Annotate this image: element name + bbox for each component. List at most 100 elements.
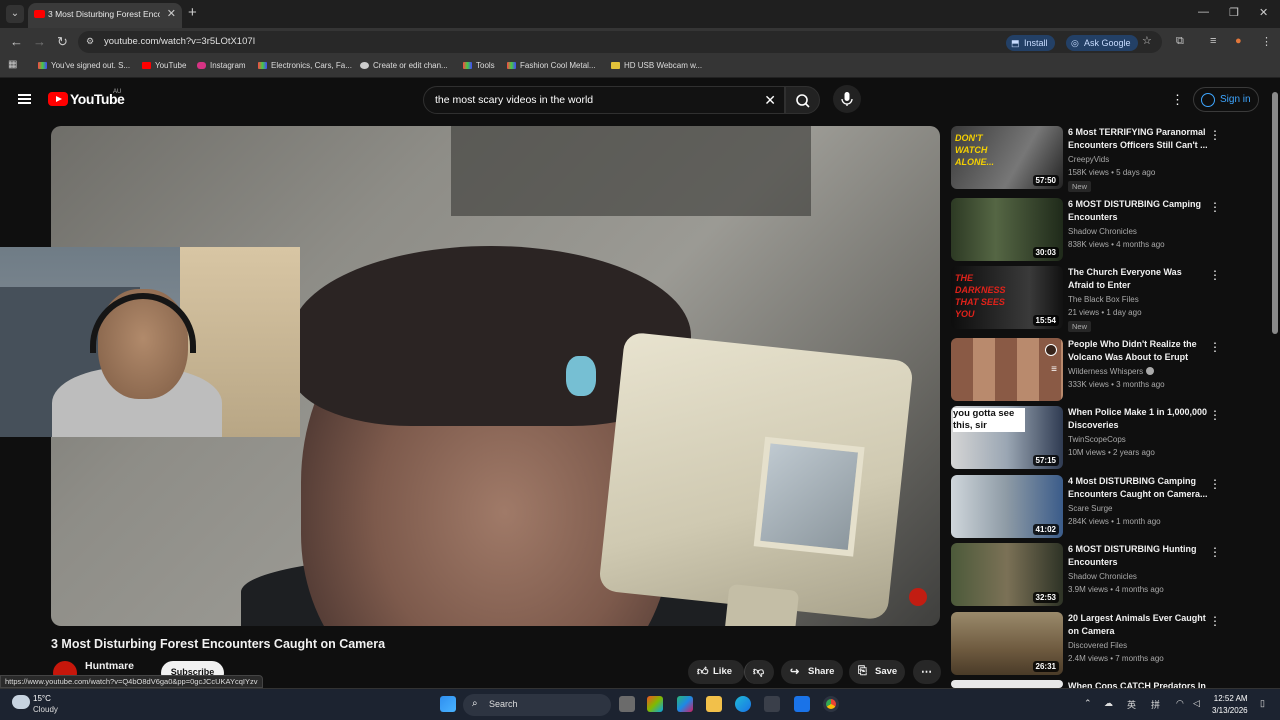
video-thumbnail[interactable]: 26:31 — [951, 612, 1063, 675]
new-tab-button[interactable]: + — [188, 4, 197, 21]
recommendation-channel[interactable]: The Black Box Files — [1068, 295, 1139, 304]
more-options-icon[interactable]: ⋮ — [1209, 614, 1221, 628]
recommendation-channel[interactable]: Discovered Files — [1068, 641, 1127, 650]
recommendation-item[interactable]: ≡ People Who Didn't Realize the Volcano … — [951, 338, 1251, 402]
bookmark-item[interactable]: Create or edit chan... — [360, 61, 448, 70]
bookmark-item[interactable]: Electronics, Cars, Fa... — [258, 61, 352, 70]
taskbar-search[interactable]: ⌕ Search — [463, 694, 611, 716]
more-options-icon[interactable]: ⋮ — [1209, 200, 1221, 214]
search-button[interactable] — [785, 86, 820, 114]
recommendation-title[interactable]: When Cops CATCH Predators In — [1068, 680, 1208, 688]
channel-name[interactable]: Huntmare — [85, 660, 134, 672]
recommendation-channel[interactable]: CreepyVids — [1068, 155, 1109, 164]
video-thumbnail[interactable]: 30:03 — [951, 198, 1063, 261]
bookmark-item[interactable]: Instagram — [197, 61, 246, 70]
share-button[interactable]: ↪ Share — [781, 660, 843, 684]
profile-avatar-icon[interactable]: ● — [1235, 35, 1242, 47]
bookmark-item[interactable]: Tools — [463, 61, 495, 70]
onedrive-icon[interactable]: ☁ — [1104, 698, 1113, 709]
recommendation-item[interactable]: When Cops CATCH Predators In — [951, 680, 1251, 688]
sign-in-button[interactable]: Sign in — [1193, 87, 1259, 112]
settings-kebab-icon[interactable]: ⋮ — [1171, 92, 1184, 108]
video-thumbnail[interactable]: DON'T WATCH ALONE... 57:50 — [951, 126, 1063, 189]
video-thumbnail[interactable]: 41:02 — [951, 475, 1063, 538]
recommendation-title[interactable]: 6 Most TERRIFYING Paranormal Encounters … — [1068, 126, 1208, 152]
volume-icon[interactable]: ◁ — [1193, 698, 1200, 709]
video-thumbnail[interactable]: ≡ — [951, 338, 1063, 401]
more-options-icon[interactable]: ⋮ — [1209, 545, 1221, 559]
system-clock[interactable]: 12:52 AM 3/13/2026 — [1212, 693, 1248, 717]
more-options-icon[interactable]: ⋮ — [1209, 340, 1221, 354]
close-tab-icon[interactable]: ✕ — [167, 7, 176, 20]
extensions-icon[interactable]: ⧉ — [1176, 35, 1184, 48]
edge-browser-icon[interactable] — [735, 696, 751, 712]
recommendation-channel[interactable]: TwinScopeCops — [1068, 435, 1126, 444]
weather-cloud-icon[interactable] — [12, 695, 30, 709]
recommendation-item[interactable]: 30:03 6 MOST DISTURBING Camping Encounte… — [951, 198, 1251, 262]
install-button[interactable]: ⬒ Install — [1006, 35, 1055, 51]
watch-later-icon[interactable] — [1045, 344, 1057, 356]
bookmark-item[interactable]: Fashion Cool Metal... — [507, 61, 596, 70]
recommendation-item[interactable]: 26:31 20 Largest Animals Ever Caught on … — [951, 612, 1251, 676]
microsoft-store-icon[interactable] — [764, 696, 780, 712]
more-options-icon[interactable]: ⋮ — [1209, 268, 1221, 282]
minimize-icon[interactable]: — — [1198, 6, 1209, 18]
apps-grid-icon[interactable]: ▦ — [8, 59, 17, 70]
recommendation-item[interactable]: DON'T WATCH ALONE... 57:50 6 Most TERRIF… — [951, 126, 1251, 192]
weather-temperature[interactable]: 15°C — [33, 694, 51, 703]
more-options-icon[interactable]: ⋮ — [1209, 477, 1221, 491]
voice-search-button[interactable] — [833, 85, 861, 113]
recommendation-item[interactable]: THE DARKNESS THAT SEES YOU 15:54 The Chu… — [951, 266, 1251, 332]
recommendation-title[interactable]: When Police Make 1 in 1,000,000 Discover… — [1068, 406, 1208, 432]
recommendation-channel[interactable]: Scare Surge — [1068, 504, 1112, 513]
site-info-icon[interactable]: ⚙ — [86, 36, 98, 48]
chrome-browser-icon[interactable] — [823, 696, 839, 712]
recommendation-title[interactable]: The Church Everyone Was Afraid to Enter — [1068, 266, 1208, 292]
menu-icon[interactable] — [18, 94, 31, 104]
recommendation-title[interactable]: 20 Largest Animals Ever Caught on Camera — [1068, 612, 1208, 638]
like-button[interactable]: 👍︎ Like — [688, 660, 744, 684]
scrollbar-thumb[interactable] — [1272, 92, 1278, 334]
video-thumbnail[interactable]: THE DARKNESS THAT SEES YOU 15:54 — [951, 266, 1063, 329]
recommendation-item[interactable]: 41:02 4 Most DISTURBING Camping Encounte… — [951, 475, 1251, 539]
video-thumbnail[interactable]: 32:53 — [951, 543, 1063, 606]
back-icon[interactable]: ← — [10, 34, 23, 49]
recommendation-channel[interactable]: Shadow Chronicles — [1068, 227, 1137, 236]
ime-mode-icon[interactable]: 拼 — [1151, 698, 1160, 711]
reading-list-icon[interactable]: ≡ — [1210, 35, 1216, 47]
notifications-icon[interactable]: ▯ — [1260, 698, 1265, 709]
more-options-icon[interactable]: ⋮ — [1209, 408, 1221, 422]
restore-icon[interactable]: ❐ — [1229, 6, 1239, 19]
recommendation-title[interactable]: 4 Most DISTURBING Camping Encounters Cau… — [1068, 475, 1208, 501]
search-input[interactable]: the most scary videos in the world ✕ — [423, 86, 785, 114]
youtube-logo-icon[interactable] — [48, 92, 68, 106]
add-to-queue-icon[interactable]: ≡ — [1051, 364, 1057, 375]
bookmark-item[interactable]: HD USB Webcam w... — [611, 61, 702, 70]
weather-condition[interactable]: Cloudy — [33, 705, 58, 714]
store-app-icon[interactable] — [647, 696, 663, 712]
browser-tab-active[interactable]: 3 Most Disturbing Forest Encou ✕ — [28, 3, 182, 28]
task-view-icon[interactable] — [619, 696, 635, 712]
more-options-icon[interactable]: ⋮ — [1209, 128, 1221, 142]
recommendation-title[interactable]: People Who Didn't Realize the Volcano Wa… — [1068, 338, 1208, 364]
recommendation-channel[interactable]: Shadow Chronicles — [1068, 572, 1137, 581]
wifi-icon[interactable]: ◠ — [1176, 698, 1184, 709]
video-thumbnail[interactable] — [951, 680, 1063, 688]
tab-search-button[interactable]: ⌄ — [6, 5, 24, 23]
bookmark-item[interactable]: YouTube — [142, 61, 186, 70]
forward-icon[interactable]: → — [33, 34, 46, 49]
show-hidden-icons-icon[interactable]: ⌃ — [1084, 698, 1092, 709]
bookmark-star-icon[interactable]: ☆ — [1142, 34, 1152, 47]
address-bar[interactable]: ⚙ youtube.com/watch?v=3r5LOtX107I ⬒ Insta… — [78, 31, 1162, 53]
ask-google-button[interactable]: ◎ Ask Google — [1066, 35, 1138, 51]
reload-icon[interactable]: ↻ — [57, 34, 68, 50]
language-indicator[interactable]: 英 — [1127, 698, 1136, 711]
dislike-button[interactable]: 👎︎ — [744, 660, 774, 684]
recommendation-item[interactable]: you gotta see this, sir 57:15 When Polic… — [951, 406, 1251, 470]
file-explorer-icon[interactable] — [706, 696, 722, 712]
recommendation-title[interactable]: 6 MOST DISTURBING Camping Encounters — [1068, 198, 1208, 224]
more-actions-button[interactable]: ⋯ — [913, 660, 941, 684]
bookmark-item[interactable]: You've signed out. S... — [38, 61, 130, 70]
close-window-icon[interactable]: ✕ — [1259, 6, 1268, 19]
recommendation-title[interactable]: 6 MOST DISTURBING Hunting Encounters — [1068, 543, 1208, 569]
